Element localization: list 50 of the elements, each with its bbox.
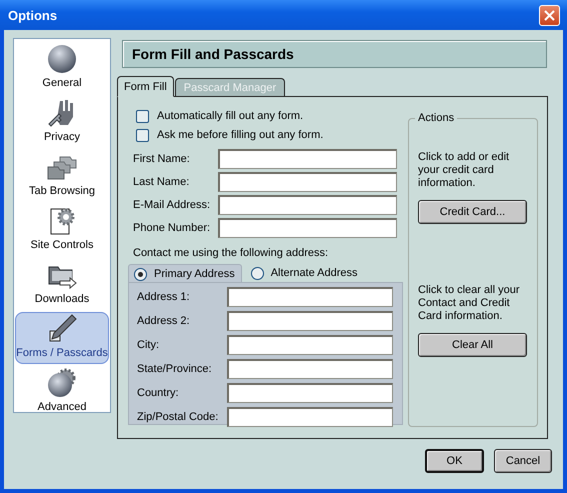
- input-field[interactable]: [227, 407, 393, 427]
- dialog-button[interactable]: OK: [425, 449, 484, 473]
- input-field[interactable]: [218, 218, 397, 238]
- field-label: Country:: [137, 387, 180, 399]
- field-label: Address 2:: [137, 315, 191, 327]
- input-field[interactable]: [218, 172, 397, 192]
- field-label: Phone Number:: [133, 222, 212, 234]
- sidebar-item[interactable]: Downloads: [15, 258, 109, 310]
- input-field[interactable]: [227, 359, 393, 379]
- checkbox-label: Ask me before filling out any form.: [157, 129, 324, 141]
- sidebar-item[interactable]: Privacy: [15, 96, 109, 148]
- radio-button[interactable]: [134, 268, 147, 280]
- input-field[interactable]: [218, 149, 397, 169]
- checkbox[interactable]: [136, 110, 149, 122]
- input-field[interactable]: [227, 383, 393, 403]
- window-title: Options: [8, 8, 58, 22]
- sidebar-item[interactable]: Advanced: [15, 366, 109, 418]
- checkbox-label: Automatically fill out any form.: [157, 110, 304, 122]
- description-text: Click to add or edit your credit card information.: [418, 151, 510, 190]
- field-label: Address 1:: [137, 291, 191, 303]
- dialog-button[interactable]: Cancel: [494, 449, 552, 473]
- sidebar-item[interactable]: Site Controls: [15, 204, 109, 256]
- field-label: Last Name:: [133, 176, 190, 188]
- sphere-icon: [46, 43, 78, 75]
- field-label: State/Province:: [137, 363, 213, 375]
- action-button[interactable]: Credit Card...: [418, 200, 527, 224]
- input-field[interactable]: [218, 195, 397, 215]
- description-text: Click to clear all your Contact and Credit Card information.: [418, 284, 520, 323]
- input-field[interactable]: [227, 311, 393, 331]
- address-tab[interactable]: Primary Address: [128, 264, 242, 283]
- tab[interactable]: Form Fill: [117, 76, 174, 97]
- field-label: City:: [137, 339, 160, 351]
- sidebar-item[interactable]: General: [15, 42, 109, 94]
- field-label: E-Mail Address:: [133, 199, 212, 211]
- section-header: Form Fill and Passcards: [122, 40, 547, 68]
- field-label: Zip/Postal Code:: [137, 411, 220, 423]
- address-tab[interactable]: Alternate Address: [246, 264, 364, 282]
- checkbox[interactable]: [136, 128, 149, 142]
- close-icon: [544, 10, 555, 20]
- action-button[interactable]: Clear All: [418, 333, 527, 357]
- input-field[interactable]: [227, 335, 393, 355]
- input-field[interactable]: [227, 287, 393, 307]
- field-label: First Name:: [133, 153, 191, 165]
- section-label: Contact me using the following address:: [133, 247, 330, 259]
- close-button[interactable]: [539, 4, 560, 26]
- radio-button[interactable]: [250, 266, 264, 280]
- sidebar-item[interactable]: Forms / Passcards: [15, 312, 109, 364]
- sidebar-item[interactable]: Tab Browsing: [15, 150, 109, 202]
- group-title: Actions: [415, 112, 458, 124]
- sphere-gear-icon: [46, 367, 78, 399]
